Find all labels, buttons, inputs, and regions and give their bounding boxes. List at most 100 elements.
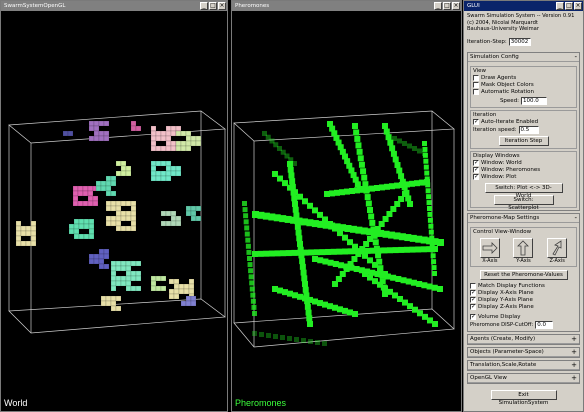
objects-rollout[interactable]: Objects (Parameter-Space) + — [467, 346, 580, 358]
draw-agents-option[interactable]: Draw Agents — [473, 75, 574, 82]
switch-plot-button[interactable]: Switch: Plot <-> 3D-World — [484, 182, 563, 199]
pheromone-voxel — [424, 170, 430, 176]
pheromone-voxel — [352, 311, 358, 317]
expand-icon[interactable]: + — [571, 335, 577, 343]
agent-cube — [72, 185, 79, 192]
agent-cube — [155, 175, 162, 182]
auto-iterate-option[interactable]: ✓ Auto-Iterate Enabled — [473, 119, 574, 126]
agent-cube — [125, 210, 132, 217]
reset-pheromone-button[interactable]: Reset the Pheromone-Values — [479, 269, 568, 280]
iteration-step-label: Iteration-Step: — [467, 38, 507, 45]
pheromone-voxel — [410, 279, 417, 286]
window-pheromones-option[interactable]: ✓ Window: Pheromones — [473, 167, 574, 174]
minimize-button[interactable]: _ — [200, 2, 208, 10]
agent-cube — [185, 135, 192, 142]
agent-cube — [120, 170, 127, 177]
maximize-button[interactable]: □ — [443, 2, 451, 10]
auto-iterate-checkbox[interactable]: ✓ — [473, 119, 479, 125]
pheromone-voxel — [315, 340, 320, 345]
agent-cube — [165, 175, 172, 182]
window-plot-option[interactable]: ✓ Window: Plot — [473, 174, 574, 181]
glui-titlebar[interactable]: GLUI _ □ × — [464, 1, 583, 11]
collapse-icon[interactable]: - — [574, 214, 577, 222]
pheromone-voxel — [389, 145, 396, 152]
minimize-button[interactable]: _ — [434, 2, 442, 10]
display-z-checkbox[interactable]: ✓ — [470, 304, 476, 310]
pheromone-voxel — [298, 252, 305, 259]
agent-cube — [30, 235, 37, 242]
agent-cube — [105, 300, 112, 307]
pheromone-voxel — [288, 172, 295, 179]
agent-cube — [125, 270, 132, 277]
volume-display-label: Volume Display — [478, 313, 521, 320]
agent-cube — [93, 258, 100, 265]
expand-icon[interactable]: + — [571, 348, 577, 356]
agent-cube — [150, 170, 157, 177]
pheromone-voxel — [242, 207, 248, 213]
maximize-button[interactable]: □ — [209, 2, 217, 10]
pheromone-voxel — [304, 303, 311, 310]
draw-agents-checkbox[interactable] — [473, 75, 479, 81]
volume-display-option[interactable]: ✓ Volume Display — [470, 314, 577, 321]
agent-cube — [83, 218, 90, 225]
pheromone-voxel — [301, 338, 306, 343]
collapse-icon[interactable]: - — [574, 53, 577, 61]
match-display-option[interactable]: Match Display Functions — [470, 283, 577, 290]
agent-cube — [150, 160, 157, 167]
mask-colors-option[interactable]: Mask Object Colors — [473, 82, 574, 89]
simulation-config-header[interactable]: Simulation Config - — [468, 52, 579, 62]
mask-colors-checkbox[interactable] — [473, 82, 479, 88]
agent-cube — [150, 145, 157, 152]
close-button[interactable]: × — [574, 2, 582, 10]
close-button[interactable]: × — [452, 2, 460, 10]
auto-rotation-option[interactable]: Automatic Rotation — [473, 89, 574, 96]
switch-scatterplot-button[interactable]: Switch: Scatterplot — [493, 194, 554, 211]
cutoff-field[interactable]: 0.0 — [535, 320, 554, 329]
speed-field[interactable]: 100.0 — [521, 96, 548, 105]
agent-cube — [110, 275, 117, 282]
world-titlebar[interactable]: SwarmSystemOpenGL _ □ × — [1, 1, 227, 11]
translation-rollout[interactable]: Translation,Scale,Rotate + — [467, 359, 580, 371]
pheromone-voxel — [427, 206, 432, 211]
agent-cube — [160, 145, 167, 152]
agent-cube — [130, 200, 137, 207]
window-world-option[interactable]: ✓ Window: World — [473, 160, 574, 167]
maximize-button[interactable]: □ — [565, 2, 573, 10]
pheromones-titlebar[interactable]: Pheromones _ □ × — [232, 1, 461, 11]
iteration-speed-field[interactable]: 0.5 — [518, 125, 539, 134]
agent-cube — [103, 253, 110, 260]
agent-cube — [88, 233, 95, 240]
volume-display-checkbox[interactable]: ✓ — [470, 314, 476, 320]
agent-cube — [175, 140, 182, 147]
agent-cube — [88, 228, 95, 235]
agent-cube — [185, 205, 192, 212]
pheromones-canvas[interactable]: Pheromones — [232, 11, 461, 411]
agent-cube — [103, 130, 110, 137]
exit-button[interactable]: Exit SimulationSystem — [490, 389, 557, 406]
agent-cube — [170, 165, 177, 172]
y-axis-arrow-icon[interactable] — [513, 237, 534, 258]
opengl-view-rollout[interactable]: OpenGL View + — [467, 372, 580, 384]
agents-rollout[interactable]: Agents (Create, Modify) + — [467, 333, 580, 345]
pheromone-map-header[interactable]: Pheromone-Map Settings - — [468, 213, 579, 223]
pheromone-voxels — [242, 121, 444, 346]
world-canvas[interactable]: World — [1, 11, 227, 411]
minimize-button[interactable]: _ — [556, 2, 564, 10]
z-axis-arrow-icon[interactable] — [547, 237, 568, 258]
agent-cube — [150, 135, 157, 142]
auto-rotation-checkbox[interactable] — [473, 89, 479, 95]
iteration-step-button[interactable]: Iteration Step — [498, 135, 549, 146]
iteration-step-field[interactable]: 30002 — [508, 37, 531, 46]
display-y-option[interactable]: ✓ Display Y-Axis Plane — [470, 297, 577, 304]
pheromone-voxel — [302, 281, 308, 287]
pheromone-voxel — [285, 250, 292, 257]
x-axis-arrow-icon[interactable] — [479, 237, 500, 258]
translation-rollout-title: Translation,Scale,Rotate — [470, 361, 537, 368]
window-plot-checkbox[interactable]: ✓ — [473, 174, 479, 180]
close-button[interactable]: × — [218, 2, 226, 10]
expand-icon[interactable]: + — [571, 374, 577, 382]
display-z-option[interactable]: ✓ Display Z-Axis Plane — [470, 304, 577, 311]
display-x-option[interactable]: ✓ Display X-Axis Plane — [470, 290, 577, 297]
pheromone-voxel — [437, 239, 444, 246]
expand-icon[interactable]: + — [571, 361, 577, 369]
